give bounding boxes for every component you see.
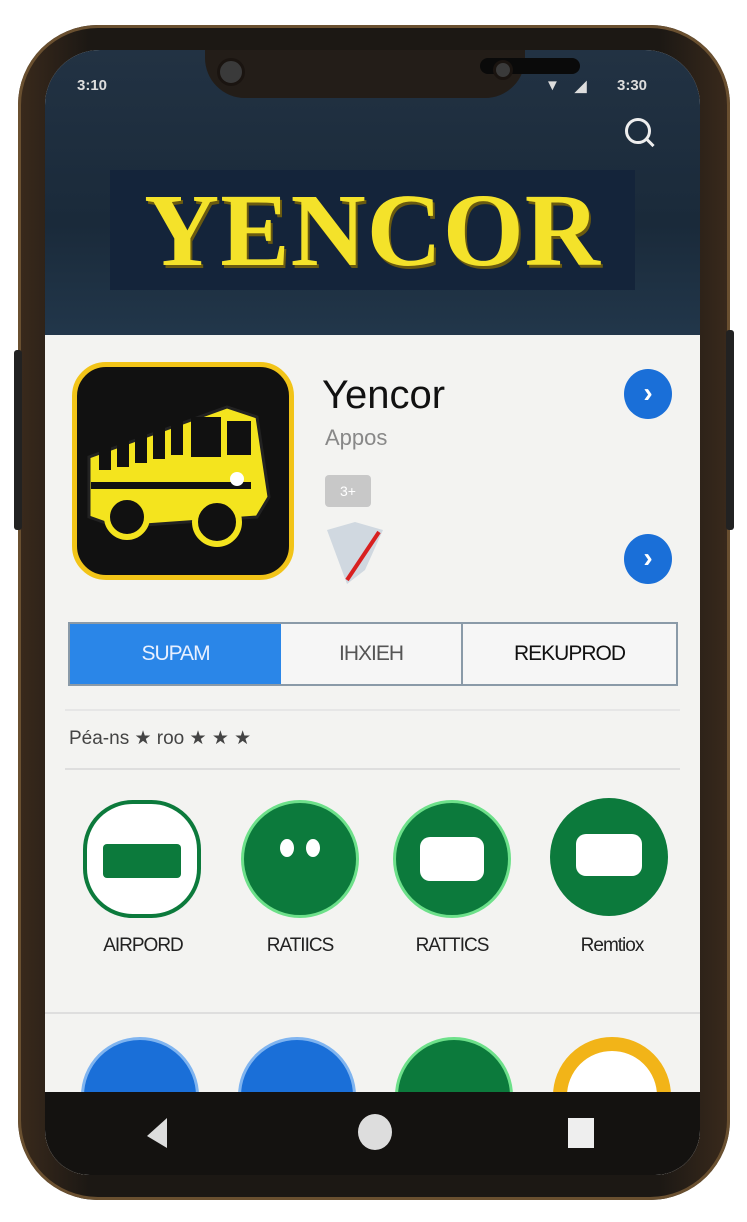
- sensor: [493, 60, 513, 80]
- app-category: Appos: [325, 425, 388, 450]
- volume-button: [14, 350, 22, 530]
- tab-supam[interactable]: SUPAM: [70, 624, 281, 684]
- home-icon[interactable]: [358, 1114, 392, 1150]
- brand-banner: YENCOR: [110, 170, 635, 290]
- feature-label: Remtiox: [580, 935, 645, 956]
- divider: [45, 1012, 700, 1014]
- recents-icon[interactable]: [568, 1118, 594, 1148]
- tab-bar: SUPAM IHXIEH REKUPROD: [68, 622, 678, 686]
- chevron-right-button-2[interactable]: ›: [624, 534, 672, 584]
- front-camera: [217, 58, 245, 86]
- app-title: Yencor: [322, 373, 446, 417]
- feature-icon-airpord[interactable]: [83, 800, 201, 918]
- divider: [65, 768, 680, 770]
- app-card: Yencor Appos 3+ › › SUPAM IHXIEH REKUPRO…: [45, 335, 700, 1175]
- feature-icon-rattics[interactable]: [393, 800, 511, 918]
- status-left: 3:10: [77, 77, 108, 94]
- back-icon[interactable]: [145, 1116, 169, 1150]
- feature-label: RATIICS: [266, 935, 335, 956]
- feature-icon-remtiox[interactable]: [550, 798, 668, 916]
- header: 3:10 ▼ ◢ 3:30 YENCOR: [45, 50, 700, 340]
- power-button: [726, 330, 734, 530]
- wifi-icon: ▼: [545, 77, 560, 94]
- search-icon[interactable]: [625, 118, 651, 144]
- rating-text: Péa-ns ★ roo ★ ★ ★: [69, 728, 252, 749]
- navigation-bar: [45, 1092, 700, 1175]
- notch: [205, 50, 580, 98]
- chevron-right-button[interactable]: ›: [624, 369, 672, 419]
- feature-label: AIRPORD: [103, 935, 184, 956]
- feature-icon-ratiics[interactable]: [241, 800, 359, 918]
- tab-ihxieh[interactable]: IHXIEH: [281, 624, 463, 684]
- tab-rekuprod[interactable]: REKUPROD: [463, 624, 676, 684]
- feature-label: RATTICS: [415, 935, 490, 956]
- status-time: 3:30: [617, 77, 648, 94]
- age-rating-badge: 3+: [325, 475, 371, 507]
- banner-text: YENCOR: [144, 172, 601, 288]
- shield-icon: [327, 522, 383, 584]
- school-bus-icon[interactable]: [72, 362, 294, 580]
- screen: 3:10 ▼ ◢ 3:30 YENCOR Yencor Appos 3+ › ›: [45, 50, 700, 1175]
- signal-icon: ◢: [575, 78, 587, 95]
- divider: [65, 709, 680, 711]
